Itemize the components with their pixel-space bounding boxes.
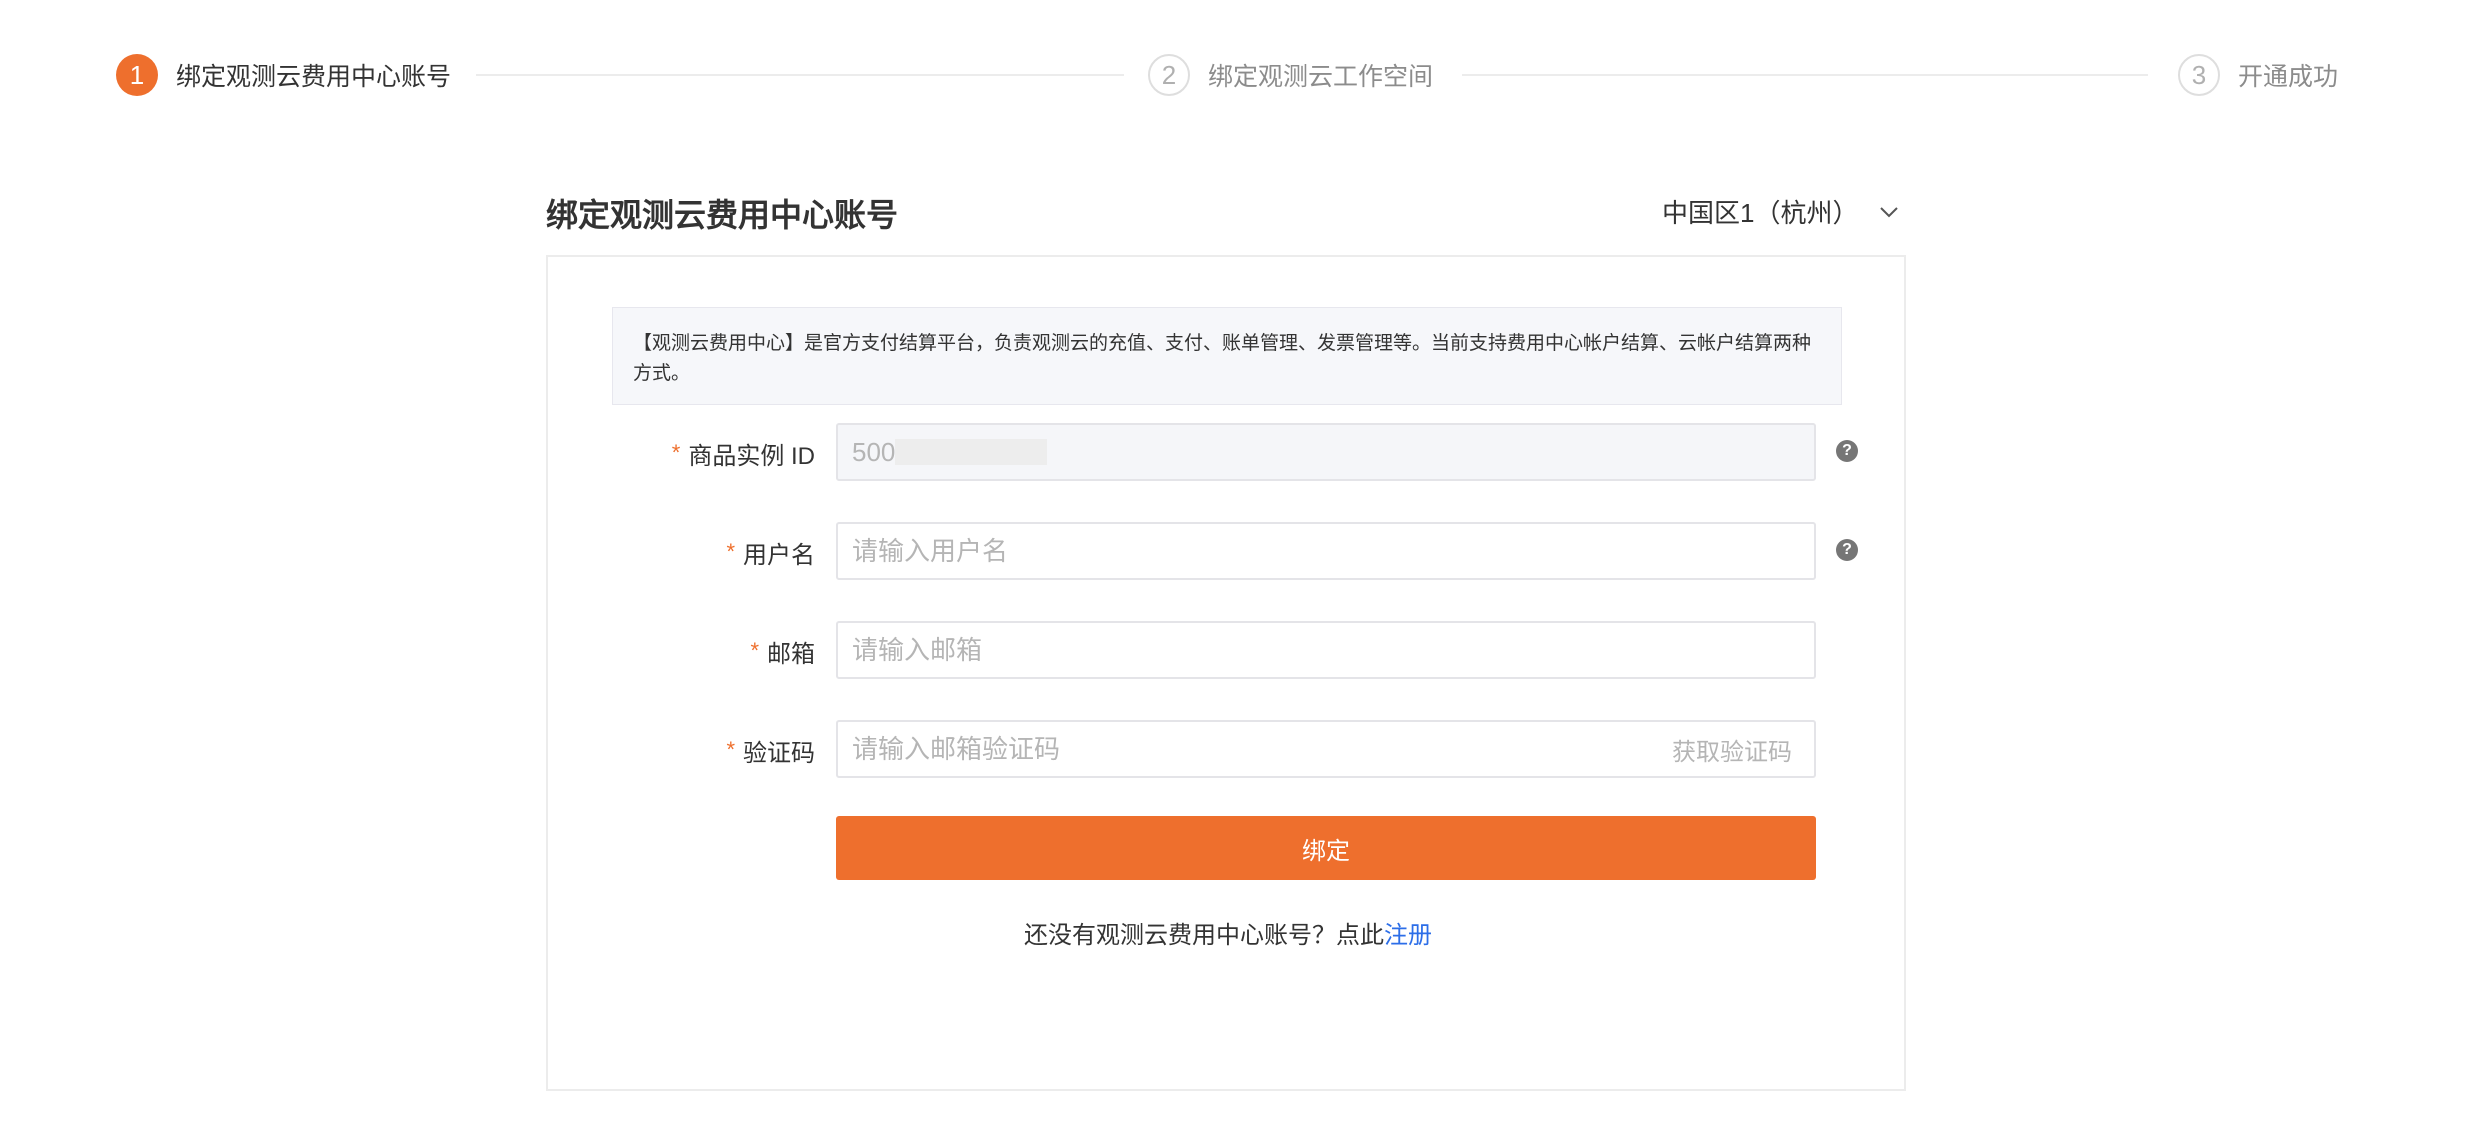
step-connector (476, 74, 1124, 76)
signup-prompt: 还没有观测云费用中心账号？点此注册 (548, 915, 1908, 950)
username-input[interactable] (852, 535, 1814, 567)
steps-bar: 1 绑定观测云费用中心账号 2 绑定观测云工作空间 3 开通成功 (0, 0, 2472, 160)
page-title: 绑定观测云费用中心账号 (546, 197, 899, 233)
step-2-number: 2 (1148, 54, 1190, 96)
username-row: * 用户名 ? (548, 522, 1908, 582)
instance-id-field: 500 (836, 423, 1816, 481)
username-field (836, 522, 1816, 580)
code-field: 获取验证码 (836, 720, 1816, 778)
masked-value (895, 439, 1048, 465)
username-label: * 用户名 (726, 539, 815, 569)
required-mark: * (671, 440, 681, 465)
step-1-number: 1 (116, 54, 158, 96)
step-3: 3 开通成功 (2178, 52, 2338, 98)
code-row: * 验证码 获取验证码 (548, 720, 1908, 780)
step-1-label: 绑定观测云费用中心账号 (176, 63, 452, 91)
region-select[interactable]: 中国区1（杭州） (1662, 193, 1900, 230)
step-2: 2 绑定观测云工作空间 (1148, 52, 1433, 98)
required-mark: * (726, 539, 735, 564)
info-notice: 【观测云费用中心】是官方支付结算平台，负责观测云的充值、支付、账单管理、发票管理… (612, 307, 1842, 405)
step-1: 1 绑定观测云费用中心账号 (116, 52, 451, 98)
instance-id-label: * 商品实例 ID (671, 440, 815, 470)
email-input[interactable] (852, 634, 1814, 666)
code-input[interactable] (852, 733, 1814, 765)
bind-button[interactable]: 绑定 (836, 816, 1816, 880)
help-icon[interactable]: ? (1836, 440, 1858, 462)
bind-form-card: 【观测云费用中心】是官方支付结算平台，负责观测云的充值、支付、账单管理、发票管理… (546, 255, 1906, 1091)
signup-text: 还没有观测云费用中心账号？点此 (1024, 922, 1384, 949)
step-3-number: 3 (2178, 54, 2220, 96)
instance-id-value: 500 (852, 436, 896, 467)
email-field (836, 621, 1816, 679)
email-row: * 邮箱 (548, 621, 1908, 681)
region-value: 中国区1（杭州） (1662, 198, 1859, 228)
step-2-label: 绑定观测云工作空间 (1208, 63, 1434, 91)
chevron-down-icon (1880, 206, 1899, 217)
required-mark: * (750, 638, 759, 663)
get-code-button[interactable]: 获取验证码 (1672, 722, 1792, 776)
code-label: * 验证码 (726, 737, 815, 767)
email-label: * 邮箱 (750, 638, 815, 668)
instance-id-row: * 商品实例 ID 500 ? (548, 423, 1908, 483)
signup-link[interactable]: 注册 (1384, 922, 1432, 949)
step-connector (1462, 74, 2148, 76)
help-icon[interactable]: ? (1836, 539, 1858, 561)
step-3-label: 开通成功 (2238, 63, 2339, 91)
required-mark: * (726, 737, 735, 762)
